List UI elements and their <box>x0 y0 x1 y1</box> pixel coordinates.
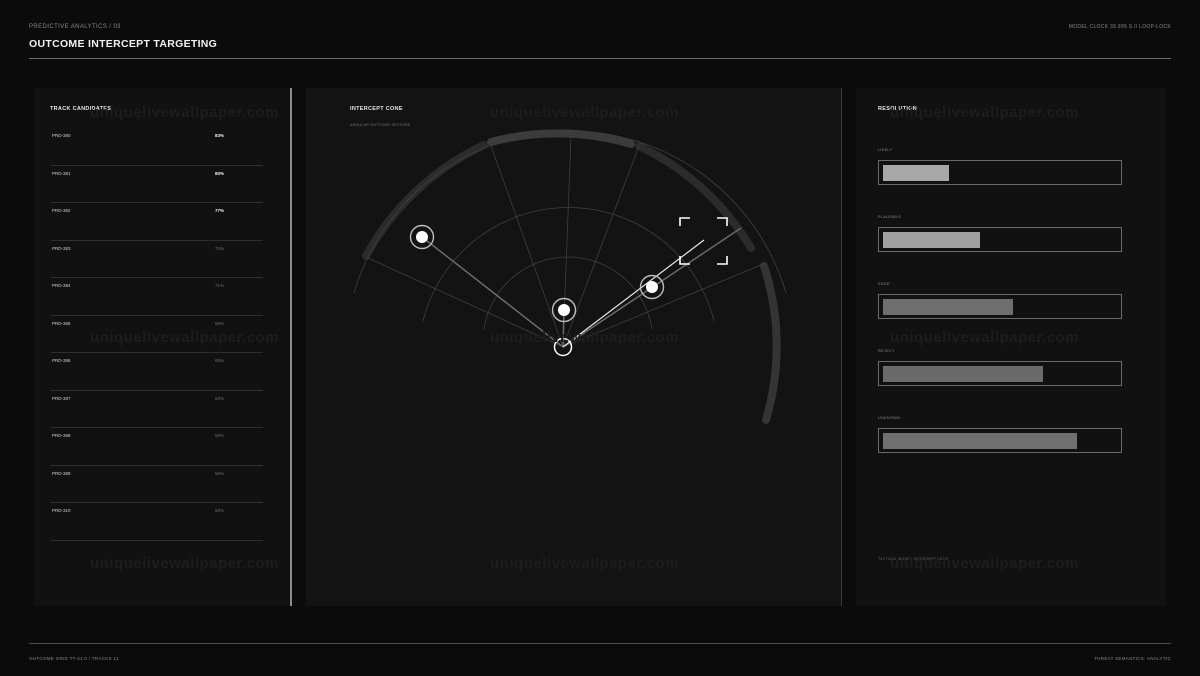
candidate-marker <box>646 281 658 293</box>
resolution-label: PLAUSIBLE <box>878 215 902 219</box>
resolution-item: LIKELY <box>878 148 1122 185</box>
resolution-bar-fill <box>883 433 1077 449</box>
candidate-marker <box>416 231 428 243</box>
resolution-label: EDGE <box>878 282 890 286</box>
track-probability: 53% <box>215 508 225 513</box>
track-row[interactable]: PRD-381 80% <box>51 166 263 203</box>
track-probability: 71% <box>215 283 225 288</box>
track-id: PRD-384 <box>52 283 71 288</box>
watermark: uniquelivewallpaper.com <box>90 104 280 121</box>
candidate-marker <box>558 304 570 316</box>
track-row[interactable]: PRD-387 62% <box>51 391 263 428</box>
resolution-item: EDGE <box>878 282 1122 319</box>
resolution-bar <box>878 227 1122 252</box>
track-probability: 62% <box>215 395 225 401</box>
resolution-bar <box>878 160 1122 185</box>
watermark: uniquelivewallpaper.com <box>490 555 680 572</box>
resolution-bar-fill <box>883 232 980 248</box>
resolution-item: REJECT <box>878 349 1122 386</box>
watermark: uniquelivewallpaper.com <box>890 104 1080 121</box>
header-divider <box>29 58 1171 59</box>
sector-ray <box>490 145 564 348</box>
resolution-label: UNKNOWN <box>878 416 901 420</box>
track-row[interactable]: PRD-382 77% <box>51 203 263 241</box>
track-id: PRD-387 <box>52 395 71 401</box>
range-ring <box>483 256 653 330</box>
track-row[interactable]: PRD-389 56% <box>51 466 263 503</box>
track-row[interactable]: PRD-388 59% <box>51 428 263 466</box>
track-row[interactable]: PRD-310 53% <box>51 503 263 541</box>
track-id: PRD-386 <box>52 358 71 363</box>
track-id: PRD-380 <box>52 133 71 138</box>
resolution-label: LIKELY <box>878 148 893 152</box>
track-id: PRD-385 <box>52 320 71 326</box>
track-id: PRD-388 <box>52 433 71 438</box>
track-probability: 83% <box>215 133 225 138</box>
track-id: PRD-389 <box>52 470 71 476</box>
resolution-bar <box>878 294 1122 319</box>
track-probability: 77% <box>215 208 225 213</box>
track-row[interactable]: PRD-384 71% <box>51 278 263 316</box>
resolution-bar <box>878 428 1122 453</box>
track-probability: 59% <box>215 433 225 438</box>
track-probability: 56% <box>215 470 225 476</box>
track-probability: 65% <box>215 358 225 363</box>
watermark: uniquelivewallpaper.com <box>90 555 280 572</box>
track-row[interactable]: PRD-380 83% <box>51 128 263 166</box>
breadcrumb: PREDICTIVE ANALYTICS / 03 <box>29 24 121 30</box>
track-id: PRD-382 <box>52 208 71 213</box>
watermark: uniquelivewallpaper.com <box>90 329 280 346</box>
watermark: uniquelivewallpaper.com <box>890 329 1080 346</box>
track-probability: 74% <box>215 245 225 251</box>
range-ring <box>422 207 715 322</box>
footer-divider <box>29 643 1171 644</box>
track-probability: 68% <box>215 320 225 326</box>
resolution-bar <box>878 361 1122 386</box>
resolution-item: PLAUSIBLE <box>878 215 1122 252</box>
track-id: PRD-383 <box>52 245 71 251</box>
resolution-bar-fill <box>883 165 949 181</box>
outer-arc-segment <box>760 262 781 424</box>
resolution-bar-fill <box>883 299 1013 315</box>
watermark: uniquelivewallpaper.com <box>890 555 1080 572</box>
resolution-bar-fill <box>883 366 1043 382</box>
model-clock: MODEL CLOCK 39.995 S // LOOP-LOCK <box>1068 24 1171 30</box>
track-row[interactable]: PRD-383 74% <box>51 241 263 278</box>
footer-status: OUTCOME GRID TT-41.0 / TRACKS 11 <box>29 656 119 661</box>
track-id: PRD-310 <box>52 508 71 513</box>
resolution-item: UNKNOWN <box>878 416 1122 453</box>
footer-mode: THREAT SEMANTICS: ANALYTIC <box>1094 656 1171 661</box>
track-id: PRD-381 <box>52 170 71 176</box>
intercept-cone-graphic <box>353 129 787 424</box>
page-title: OUTCOME INTERCEPT TARGETING <box>29 38 218 50</box>
panel-splitter[interactable] <box>290 88 292 606</box>
watermark: uniquelivewallpaper.com <box>490 329 680 346</box>
track-row[interactable]: PRD-386 65% <box>51 353 263 391</box>
watermark: uniquelivewallpaper.com <box>490 104 680 121</box>
panel-divider <box>841 88 842 606</box>
track-probability: 80% <box>215 170 225 176</box>
sector-ray <box>562 145 640 348</box>
resolution-label: REJECT <box>878 349 895 353</box>
